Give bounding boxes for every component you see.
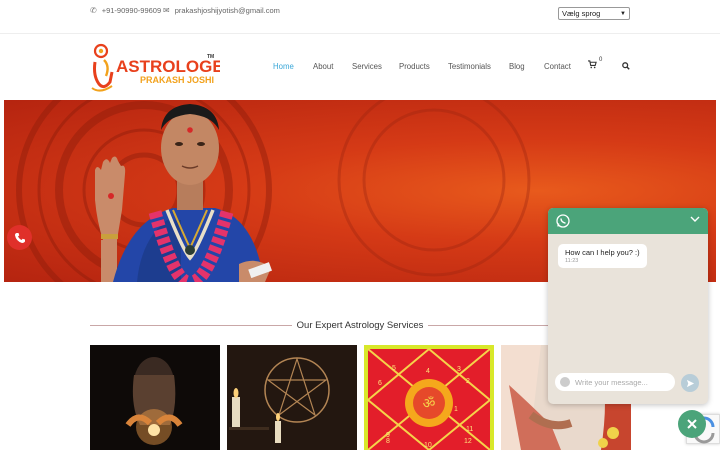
nav-blog[interactable]: Blog <box>509 62 525 71</box>
email-contact[interactable]: ✉ prakashjoshijyotish@gmail.com <box>163 6 280 15</box>
language-select[interactable]: Vælg sprog ▼ <box>558 7 630 20</box>
chat-message: How can I help you? :) 11:23 <box>558 244 647 268</box>
background-pattern <box>337 100 531 277</box>
top-bar: ✆ +91-90990-99609 ✉ prakashjoshijyotish@… <box>0 0 720 34</box>
kundli-number: 5 <box>392 365 396 372</box>
emoji-icon[interactable] <box>560 377 570 387</box>
nav-products[interactable]: Products <box>399 62 430 71</box>
call-button[interactable] <box>7 225 32 250</box>
kundli-number: 10 <box>424 442 432 449</box>
nav-testimonials[interactable]: Testimonials <box>448 62 491 71</box>
cart-button[interactable]: 0 <box>588 57 602 71</box>
whatsapp-chat-widget: How can I help you? :) 11:23 Write your … <box>548 208 708 404</box>
logo-tm: TM <box>207 54 214 60</box>
language-select-value: Vælg sprog <box>562 9 601 18</box>
phone-icon: ✆ <box>90 6 97 15</box>
nav-contact[interactable]: Contact <box>544 62 571 71</box>
kundli-number: 6 <box>378 380 382 387</box>
send-button[interactable] <box>681 374 699 392</box>
envelope-icon: ✉ <box>163 6 170 15</box>
logo-line1: ASTROLOGER <box>116 57 220 76</box>
kundli-number: 3 <box>457 366 461 373</box>
title-divider-right <box>428 325 548 326</box>
site-logo[interactable]: ASTROLOGER TM PRAKASH JOSHI <box>90 42 236 94</box>
whatsapp-header <box>548 208 708 234</box>
message-input[interactable]: Write your message... <box>555 373 675 391</box>
kundli-number: 2 <box>466 378 470 385</box>
nav-about[interactable]: About <box>313 62 333 71</box>
chat-message-time: 11:23 <box>565 258 579 264</box>
nav-home[interactable]: Home <box>273 62 294 71</box>
kundli-number: 4 <box>426 368 430 375</box>
svg-text:ॐ: ॐ <box>423 396 436 412</box>
cart-icon <box>588 60 597 69</box>
logo-line2: PRAKASH JOSHI <box>140 75 214 85</box>
send-icon <box>686 379 694 387</box>
close-icon <box>687 419 697 429</box>
chevron-down-icon: ▼ <box>620 10 626 17</box>
service-card-candles[interactable] <box>227 345 357 450</box>
email-address[interactable]: prakashjoshijyotish@gmail.com <box>175 6 280 15</box>
kundli-number: 12 <box>464 438 472 445</box>
phone-contact[interactable]: ✆ +91-90990-99609 <box>90 6 161 15</box>
service-card-crystal-ball[interactable] <box>90 345 220 450</box>
kundli-number: 1 <box>454 406 458 413</box>
chat-message-text: How can I help you? :) <box>565 248 640 257</box>
message-input-placeholder: Write your message... <box>575 377 648 387</box>
close-chat-button[interactable] <box>678 410 706 438</box>
phone-number[interactable]: +91-90990-99609 <box>102 6 161 15</box>
phone-icon <box>14 232 25 243</box>
kundli-number: 8 <box>386 438 390 445</box>
chevron-down-icon[interactable] <box>690 215 700 223</box>
nav-services[interactable]: Services <box>352 62 382 71</box>
cart-count: 0 <box>599 57 603 63</box>
astrologer-photo <box>95 104 272 282</box>
search-icon[interactable] <box>622 62 630 70</box>
kundli-number: 11 <box>466 426 473 433</box>
service-card-kundli[interactable]: ॐ 5 4 3 2 6 9 12 1 8 10 11 <box>364 345 494 450</box>
whatsapp-icon <box>556 214 570 228</box>
